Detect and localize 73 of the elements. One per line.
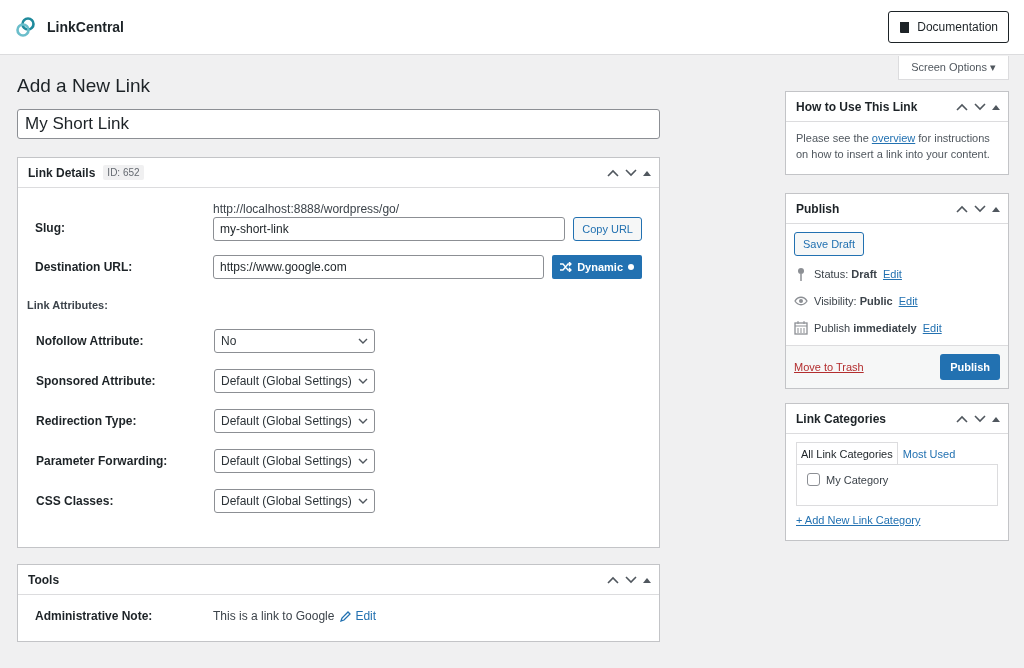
field-label: Redirection Type: (36, 414, 138, 428)
panel-title: How to Use This Link (796, 99, 918, 114)
move-down-icon[interactable] (974, 102, 986, 111)
shuffle-icon (560, 262, 573, 272)
copy-url-button[interactable]: Copy URL (573, 217, 642, 241)
checkbox[interactable] (807, 473, 820, 486)
documentation-button[interactable]: Documentation (888, 11, 1009, 43)
select-dropdown[interactable]: Default (Global Settings) (214, 409, 375, 433)
move-down-icon[interactable] (625, 168, 637, 177)
field-label: Parameter Forwarding: (36, 454, 169, 468)
publish-button[interactable]: Publish (940, 354, 1000, 380)
category-tab[interactable]: All Link Categories (796, 442, 898, 464)
select-dropdown[interactable]: Default (Global Settings) (214, 489, 375, 513)
help-text: Please see the overview for instructions on how to insert a link into your content. (795, 131, 991, 162)
chevron-down-icon (358, 378, 368, 384)
id-badge: ID: 652 (103, 165, 144, 180)
move-to-trash-link[interactable]: Move to Trash (794, 361, 864, 373)
collapse-icon[interactable] (992, 103, 1000, 110)
collapse-icon[interactable] (643, 169, 651, 176)
chevron-down-icon (358, 418, 368, 424)
chevron-down-icon (358, 338, 368, 344)
collapse-icon[interactable] (992, 205, 1000, 212)
move-up-icon[interactable] (956, 204, 968, 213)
panel-title: Tools (28, 572, 60, 587)
panel-title: Link Details (28, 165, 96, 180)
chevron-down-icon (358, 498, 368, 504)
move-down-icon[interactable] (974, 204, 986, 213)
calendar-icon (794, 320, 808, 335)
panel-title: Link Categories (796, 411, 887, 426)
title-field[interactable]: My Short Link (17, 109, 660, 139)
publish-info: Status: Draft (814, 267, 877, 280)
collapse-icon[interactable] (643, 576, 651, 583)
field-label: CSS Classes: (36, 494, 115, 508)
publish-info: Visibility: Public (814, 294, 893, 307)
slug-field[interactable]: my-short-link (213, 217, 566, 241)
field-label: Destination URL: (35, 260, 134, 274)
book-icon (899, 20, 912, 34)
field-label: Slug: (35, 219, 66, 235)
publish-info: Publish immediately (814, 321, 917, 334)
save-draft-button[interactable]: Save Draft (794, 232, 864, 256)
overview-link[interactable]: overview (871, 132, 916, 144)
edit-link[interactable]: Edit (922, 321, 942, 334)
category-label: My Category (826, 473, 889, 486)
page-title: Add a New Link (17, 75, 152, 97)
move-up-icon[interactable] (956, 102, 968, 111)
select-dropdown[interactable]: Default (Global Settings) (214, 449, 375, 473)
chevron-down-icon (358, 458, 368, 464)
url-prefix: http://localhost:8888/wordpress/go/ (213, 202, 401, 216)
edit-link[interactable]: Edit (340, 609, 377, 623)
move-down-icon[interactable] (625, 575, 637, 584)
pencil-icon (340, 610, 352, 622)
url-field[interactable]: https://www.google.com (213, 255, 545, 279)
field-label: Administrative Note: (35, 609, 154, 623)
field-label: Sponsored Attribute: (36, 374, 157, 388)
dynamic-button[interactable]: Dynamic (552, 255, 642, 279)
move-up-icon[interactable] (607, 575, 619, 584)
brand-name: LinkCentral (47, 19, 124, 35)
move-up-icon[interactable] (956, 414, 968, 423)
move-down-icon[interactable] (974, 414, 986, 423)
admin-note: This is a link to Google (213, 609, 335, 623)
select-dropdown[interactable]: No (214, 329, 375, 353)
move-up-icon[interactable] (607, 168, 619, 177)
dot-icon (628, 264, 634, 270)
screen-options-button[interactable]: Screen Options ▾ (898, 56, 1009, 80)
select-dropdown[interactable]: Default (Global Settings) (214, 369, 375, 393)
section-heading: Link Attributes: (27, 299, 109, 311)
chain-link-logo-icon (15, 16, 37, 38)
edit-link[interactable]: Edit (882, 267, 902, 280)
collapse-icon[interactable] (992, 415, 1000, 422)
add-category-link[interactable]: + Add New Link Category (796, 514, 998, 526)
edit-link[interactable]: Edit (898, 294, 918, 307)
panel-title: Publish (796, 201, 840, 216)
field-label: Nofollow Attribute: (36, 334, 145, 348)
